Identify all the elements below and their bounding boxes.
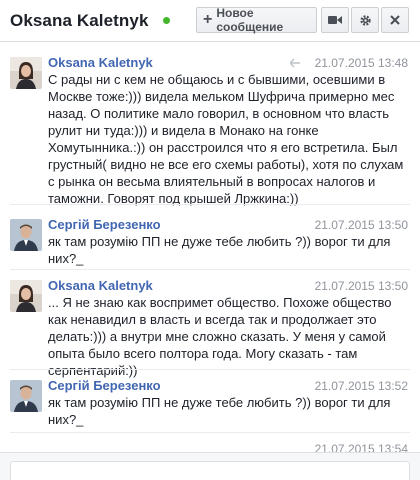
online-status-dot [163,17,170,24]
message-divider [10,369,410,370]
settings-button[interactable] [351,7,379,33]
video-call-button[interactable] [321,7,349,33]
composer-area [0,452,420,480]
message-thread[interactable]: Oksana Kaletnyk 21.07.2015 13:48 С рады … [0,43,420,453]
avatar[interactable] [10,57,42,89]
message-timestamp: 21.07.2015 13:52 [314,379,408,393]
sender-name[interactable]: Сергій Березенко [48,217,161,232]
message-text: як там розумію ПП не дуже тебе любить ?)… [48,234,391,266]
avatar[interactable] [10,219,42,251]
sender-name[interactable]: Сергій Березенко [48,378,161,393]
video-camera-icon [328,16,342,24]
conversation-title[interactable]: Oksana Kaletnyk [10,11,149,31]
avatar[interactable] [10,280,42,312]
message-timestamp: 21.07.2015 13:50 [314,279,408,293]
gear-icon [359,14,371,26]
message-divider [10,269,410,270]
message-text: ... Я не знаю как воспримет общество. По… [48,295,392,378]
message-input[interactable] [10,461,410,480]
message-divider [10,432,410,433]
message-timestamp: 21.07.2015 13:50 [314,218,408,232]
new-message-label: Новое сообщение [216,6,284,34]
message-text: С рады ни с кем не общаюсь и с бывшими, … [48,72,404,206]
message-text: як там розумію ПП не дуже тебе любить ?)… [48,395,391,427]
avatar[interactable] [10,380,42,412]
message-timestamp: 21.07.2015 13:48 [314,56,408,70]
conversation-header: Oksana Kaletnyk + Новое сообщение [0,0,420,42]
sender-name[interactable]: Oksana Kaletnyk [48,278,153,293]
plus-icon: + [203,11,213,28]
close-icon [390,15,400,25]
reply-icon[interactable] [290,58,300,68]
message-divider [10,204,410,205]
close-button[interactable] [381,7,409,33]
sender-name[interactable]: Oksana Kaletnyk [48,55,153,70]
new-message-button[interactable]: + Новое сообщение [196,6,317,34]
